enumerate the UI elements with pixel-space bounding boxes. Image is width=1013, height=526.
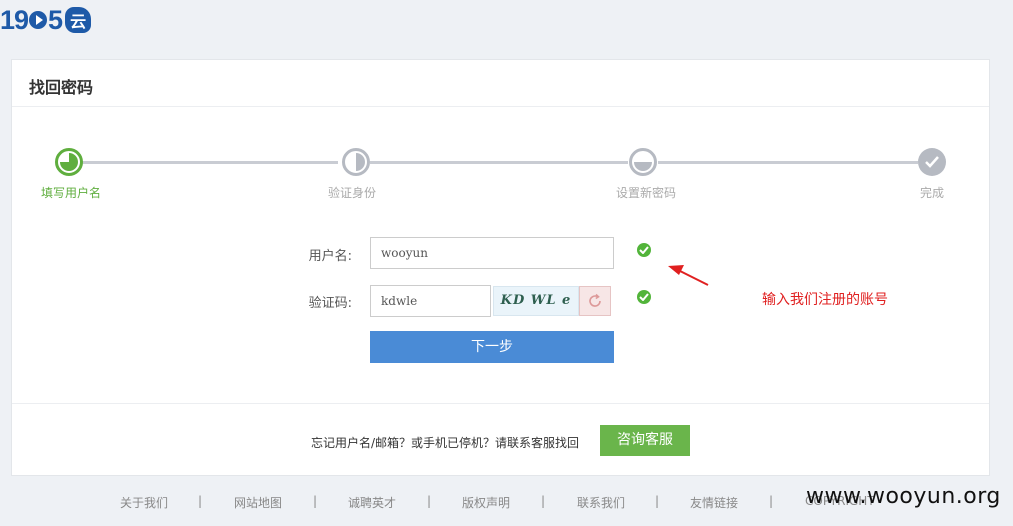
- username-valid-check-icon: [637, 243, 651, 257]
- footer-link-contact[interactable]: 联系我们: [577, 494, 625, 511]
- forgot-account-text: 忘记用户名/邮箱？或手机已停机？请联系客服找回: [311, 436, 580, 450]
- logo-text-a: 19: [0, 4, 29, 35]
- captcha-input[interactable]: kdwle: [370, 285, 491, 317]
- title-divider: [12, 106, 989, 107]
- logo-yun-cloud-icon: 云: [65, 7, 92, 33]
- step-3-icon: [629, 148, 657, 176]
- next-step-button[interactable]: 下一步: [370, 331, 614, 363]
- username-label: 用户名:: [308, 249, 352, 264]
- step-3-label: 设置新密码: [616, 186, 677, 200]
- watermark: www.wooyun.org: [806, 484, 1001, 509]
- step-connector-2: [370, 161, 628, 164]
- step-1-label: 填写用户名: [41, 186, 102, 200]
- step-connector-3: [658, 161, 918, 164]
- logo-text-b: 5: [48, 4, 63, 35]
- step-connector-1: [82, 161, 338, 164]
- find-password-panel: 找回密码 填写用户名 验证身份 设置新密码 完成 用户名: wooyun 验证码…: [11, 59, 990, 476]
- captcha-refresh-icon[interactable]: [579, 286, 611, 316]
- footer-separator: |: [655, 494, 660, 508]
- footer-separator: |: [541, 494, 546, 508]
- footer-link-sitemap[interactable]: 网站地图: [234, 494, 282, 511]
- captcha-label: 验证码:: [308, 296, 352, 311]
- captcha-image[interactable]: KD WL e: [493, 286, 579, 316]
- footer-separator: |: [769, 494, 774, 508]
- step-2-icon: [342, 148, 370, 176]
- annotation-text: 输入我们注册的账号: [762, 292, 888, 308]
- consult-service-button[interactable]: 咨询客服: [600, 425, 690, 456]
- captcha-valid-check-icon: [637, 290, 651, 304]
- step-4-label: 完成: [920, 186, 945, 200]
- site-logo[interactable]: 19 5 云: [0, 4, 92, 36]
- footer-separator: |: [427, 494, 432, 508]
- footer-link-jobs[interactable]: 诚聘英才: [348, 494, 396, 511]
- step-4-check-icon: [918, 148, 946, 176]
- step-1-icon: [55, 148, 83, 176]
- bottom-divider: [12, 403, 989, 404]
- footer-link-copyright[interactable]: 版权声明: [462, 494, 510, 511]
- footer-separator: |: [198, 494, 203, 508]
- annotation-arrow-icon: [668, 265, 709, 286]
- logo-play-icon: [29, 11, 48, 29]
- footer-link-about[interactable]: 关于我们: [120, 494, 168, 511]
- page-title: 找回密码: [29, 78, 94, 97]
- footer-separator: |: [313, 494, 318, 508]
- username-input[interactable]: wooyun: [370, 237, 614, 269]
- footer-link-friends[interactable]: 友情链接: [690, 494, 738, 511]
- step-2-label: 验证身份: [328, 186, 377, 200]
